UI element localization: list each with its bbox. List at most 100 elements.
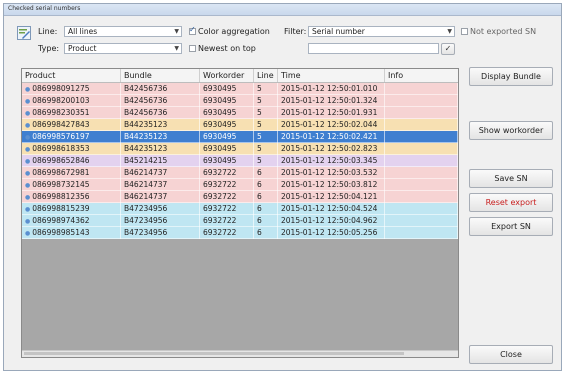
time-cell: 2015-01-12 12:50:04.524	[278, 203, 385, 215]
column-header-line[interactable]: Line	[254, 69, 278, 82]
bundle-cell: B42456736	[121, 95, 200, 107]
time-cell: 2015-01-12 12:50:02.823	[278, 143, 385, 155]
workorder-cell: 6930495	[200, 107, 254, 119]
line-cell: 6	[254, 191, 278, 203]
table-row[interactable]: ● 086998812356 B46214737 6932722 6 2015-01-12…	[22, 191, 458, 203]
product-serial: 086998427843	[32, 120, 90, 129]
grid-header: Product Bundle Workorder Line Time Info	[22, 69, 458, 83]
horizontal-scrollbar[interactable]	[22, 350, 458, 357]
workorder-cell: 6930495	[200, 95, 254, 107]
row-status-icon: ●	[25, 146, 31, 153]
not-exported-checkbox[interactable]	[461, 28, 468, 35]
row-status-icon: ●	[25, 110, 31, 117]
serial-grid[interactable]: Product Bundle Workorder Line Time Info …	[21, 68, 459, 358]
time-cell: 2015-01-12 12:50:01.010	[278, 83, 385, 95]
table-row[interactable]: ● 086998985143 B47234956 6932722 6 2015-01-12…	[22, 227, 458, 239]
filter-label: Filter:	[284, 27, 307, 36]
show-workorder-button[interactable]: Show workorder	[469, 121, 553, 140]
bundle-cell: B42456736	[121, 83, 200, 95]
bundle-cell: B47234956	[121, 215, 200, 227]
info-cell	[385, 167, 458, 179]
title-bar[interactable]: Checked serial numbers	[4, 4, 561, 16]
product-cell: ● 086998974362	[22, 215, 121, 227]
info-cell	[385, 191, 458, 203]
table-row[interactable]: ● 086998732145 B46214737 6932722 6 2015-01-12…	[22, 179, 458, 191]
close-button[interactable]: Close	[469, 345, 553, 364]
product-cell: ● 086998812356	[22, 191, 121, 203]
product-serial: 086998815239	[32, 204, 90, 213]
scrollbar-thumb[interactable]	[24, 352, 404, 355]
line-select-value: All lines	[68, 27, 98, 36]
bundle-cell: B44235123	[121, 143, 200, 155]
info-cell	[385, 215, 458, 227]
color-aggregation-label: Color aggregation	[198, 27, 270, 36]
column-header-info[interactable]: Info	[385, 69, 458, 82]
main-window: Checked serial numbers Line: All lines ▼…	[3, 3, 562, 371]
info-cell	[385, 227, 458, 239]
chevron-down-icon: ▼	[447, 28, 452, 35]
line-cell: 5	[254, 155, 278, 167]
workorder-cell: 6930495	[200, 155, 254, 167]
product-serial: 086998985143	[32, 228, 90, 237]
color-aggregation-checkbox[interactable]	[189, 25, 196, 35]
row-status-icon: ●	[25, 122, 31, 129]
product-cell: ● 086998985143	[22, 227, 121, 239]
info-cell	[385, 83, 458, 95]
product-cell: ● 086998427843	[22, 119, 121, 131]
table-row[interactable]: ● 086998672981 B46214737 6932722 6 2015-01-12…	[22, 167, 458, 179]
time-cell: 2015-01-12 12:50:04.121	[278, 191, 385, 203]
table-row[interactable]: ● 086998815239 B47234956 6932722 6 2015-01-12…	[22, 203, 458, 215]
checkmark-icon: ✓	[444, 44, 452, 53]
bundle-cell: B46214737	[121, 191, 200, 203]
table-row[interactable]: ● 086998618353 B44235123 6930495 5 2015-01-12…	[22, 143, 458, 155]
column-header-time[interactable]: Time	[278, 69, 385, 82]
newest-on-top-label: Newest on top	[198, 44, 256, 53]
workorder-cell: 6932722	[200, 227, 254, 239]
product-serial: 086998652846	[32, 156, 90, 165]
display-bundle-button[interactable]: Display Bundle	[469, 67, 553, 86]
time-cell: 2015-01-12 12:50:03.812	[278, 179, 385, 191]
reset-export-button[interactable]: Reset export	[469, 193, 553, 212]
info-cell	[385, 179, 458, 191]
type-label: Type:	[38, 44, 60, 53]
table-row[interactable]: ● 086998427843 B44235123 6930495 5 2015-01-12…	[22, 119, 458, 131]
info-cell	[385, 143, 458, 155]
info-cell	[385, 119, 458, 131]
table-row[interactable]: ● 086998576197 B44235123 6930495 5 2015-01-12…	[22, 131, 458, 143]
row-status-icon: ●	[25, 182, 31, 189]
info-cell	[385, 131, 458, 143]
product-serial: 086998732145	[32, 180, 90, 189]
line-cell: 5	[254, 107, 278, 119]
time-cell: 2015-01-12 12:50:02.421	[278, 131, 385, 143]
filter-select[interactable]: Serial number ▼	[308, 26, 455, 37]
product-serial: 086998091275	[32, 84, 90, 93]
newest-on-top-checkbox[interactable]	[189, 45, 196, 52]
time-cell: 2015-01-12 12:50:01.324	[278, 95, 385, 107]
workorder-cell: 6930495	[200, 131, 254, 143]
row-status-icon: ●	[25, 134, 31, 141]
column-header-product[interactable]: Product	[22, 69, 121, 82]
export-sn-button[interactable]: Export SN	[469, 217, 553, 236]
column-header-bundle[interactable]: Bundle	[121, 69, 200, 82]
workorder-cell: 6932722	[200, 215, 254, 227]
column-header-workorder[interactable]: Workorder	[200, 69, 254, 82]
bundle-cell: B44235123	[121, 131, 200, 143]
row-status-icon: ●	[25, 86, 31, 93]
table-row[interactable]: ● 086998200103 B42456736 6930495 5 2015-01-12…	[22, 95, 458, 107]
filter-text-input[interactable]	[308, 43, 439, 54]
product-cell: ● 086998652846	[22, 155, 121, 167]
line-cell: 5	[254, 83, 278, 95]
product-serial: 086998672981	[32, 168, 90, 177]
table-row[interactable]: ● 086998652846 B45214215 6930495 5 2015-01-12…	[22, 155, 458, 167]
type-select[interactable]: Product ▼	[64, 43, 182, 54]
table-row[interactable]: ● 086998974362 B47234956 6932722 6 2015-01-12…	[22, 215, 458, 227]
line-cell: 5	[254, 119, 278, 131]
save-sn-button[interactable]: Save SN	[469, 169, 553, 188]
table-row[interactable]: ● 086998091275 B42456736 6930495 5 2015-01-12…	[22, 83, 458, 95]
line-cell: 6	[254, 167, 278, 179]
workorder-cell: 6932722	[200, 191, 254, 203]
info-cell	[385, 203, 458, 215]
line-select[interactable]: All lines ▼	[64, 26, 182, 37]
table-row[interactable]: ● 086998230351 B42456736 6930495 5 2015-01-12…	[22, 107, 458, 119]
apply-filter-button[interactable]: ✓	[441, 43, 455, 55]
